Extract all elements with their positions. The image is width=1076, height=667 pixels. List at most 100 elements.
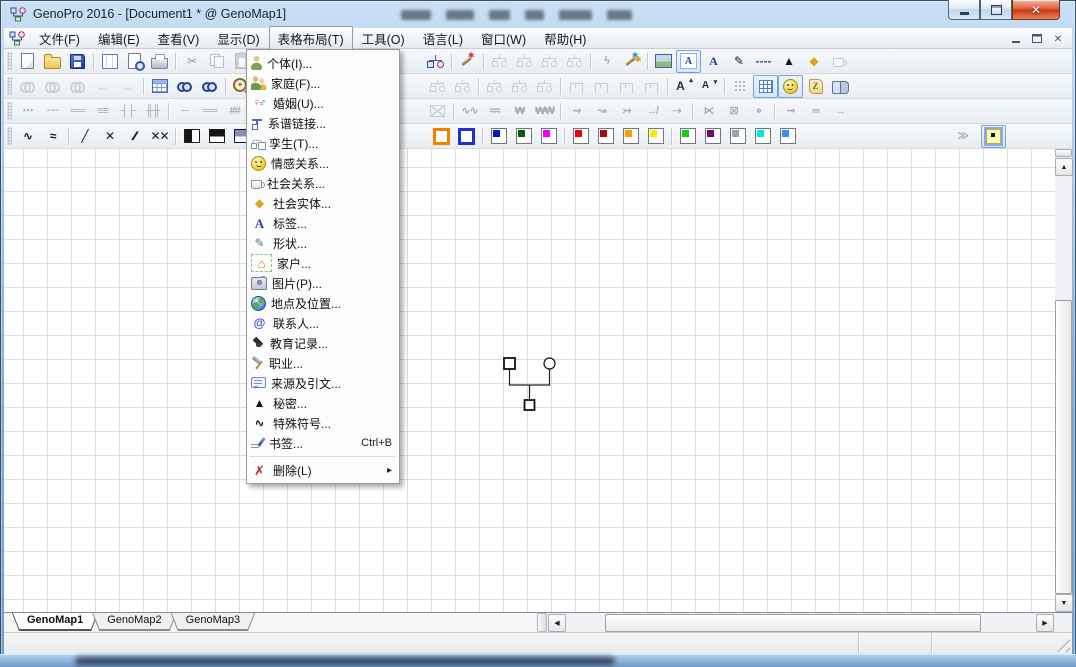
- save[interactable]: [65, 50, 90, 73]
- menu-item-17[interactable]: 来源及引文...: [247, 373, 399, 393]
- scroll-down-button[interactable]: [1055, 594, 1073, 612]
- fill-top-black[interactable]: [204, 125, 229, 148]
- boxed-label[interactable]: A: [676, 50, 701, 73]
- menubar-item-4[interactable]: 显示(D): [208, 26, 268, 51]
- toolbar-grip[interactable]: [7, 102, 12, 120]
- menu-item-20[interactable]: 书签...Ctrl+B: [247, 433, 399, 453]
- menu-item-8[interactable]: ◆社会实体...: [247, 193, 399, 213]
- color-blue[interactable]: [486, 125, 511, 148]
- menubar-item-1[interactable]: 文件(F): [30, 26, 89, 51]
- color-orange[interactable]: [618, 125, 643, 148]
- dashed-line-style[interactable]: ----: [751, 50, 776, 73]
- print-preview[interactable]: [122, 50, 147, 73]
- table-view[interactable]: [147, 75, 172, 98]
- decrease-font[interactable]: A: [696, 75, 721, 98]
- menu-item-10[interactable]: ✎形状...: [247, 233, 399, 253]
- document-minimize-button[interactable]: [1007, 31, 1025, 46]
- text-label[interactable]: A: [701, 50, 726, 73]
- format-wand[interactable]: [619, 50, 644, 73]
- menubar-item-2[interactable]: 编辑(E): [89, 26, 149, 51]
- current-style[interactable]: [981, 125, 1006, 148]
- genomap-canvas[interactable]: [4, 149, 1055, 612]
- open-file[interactable]: [40, 50, 65, 73]
- scroll-right-button[interactable]: [1036, 614, 1054, 632]
- menu-item-22[interactable]: ✗删除(L)▸: [247, 460, 399, 480]
- find[interactable]: [172, 75, 197, 98]
- genogram-connector-lines[interactable]: [510, 369, 550, 400]
- curve-double[interactable]: ≈: [40, 125, 65, 148]
- child-square[interactable]: [525, 400, 535, 410]
- color-magenta[interactable]: [536, 125, 561, 148]
- outline-orange[interactable]: [429, 125, 454, 148]
- color-purple[interactable]: [700, 125, 725, 148]
- toolbar-grip[interactable]: [7, 77, 12, 95]
- scroll-up-button[interactable]: [1055, 158, 1073, 176]
- tab-GenoMap1[interactable]: GenoMap1: [12, 613, 98, 631]
- menu-item-19[interactable]: ∿特殊符号...: [247, 413, 399, 433]
- document-close-button[interactable]: [1049, 31, 1067, 46]
- menu-item-11[interactable]: ⌂家户...: [247, 253, 399, 273]
- insert-picture[interactable]: [651, 50, 676, 73]
- rules[interactable]: Z: [803, 75, 828, 98]
- color-gray[interactable]: [725, 125, 750, 148]
- color-red[interactable]: [568, 125, 593, 148]
- menu-item-15[interactable]: 教育记录...: [247, 333, 399, 353]
- resize-grip[interactable]: [1057, 639, 1070, 652]
- menubar-item-9[interactable]: 帮助(H): [535, 26, 595, 51]
- color-dark-green[interactable]: [511, 125, 536, 148]
- close-button[interactable]: [1012, 0, 1060, 20]
- menubar-item-7[interactable]: 语言(L): [414, 26, 472, 51]
- table-columns[interactable]: [97, 50, 122, 73]
- hatch-cross[interactable]: ✕: [97, 125, 122, 148]
- scroll-left-button[interactable]: [548, 614, 566, 632]
- color-yellow[interactable]: [643, 125, 668, 148]
- show-emoticons[interactable]: [778, 75, 803, 98]
- menu-item-12[interactable]: 图片(P)...: [247, 273, 399, 293]
- new-document[interactable]: [15, 50, 40, 73]
- toolbar-grip[interactable]: [7, 127, 12, 145]
- menubar-item-3[interactable]: 查看(V): [149, 26, 209, 51]
- menu-item-13[interactable]: 地点及位置...: [247, 293, 399, 313]
- smart-wand[interactable]: [455, 50, 480, 73]
- hatch-double-cross[interactable]: ✕✕: [147, 125, 172, 148]
- tab-scroll-splitter[interactable]: [537, 613, 547, 632]
- menu-item-14[interactable]: @联系人...: [247, 313, 399, 333]
- color-dark-red[interactable]: [593, 125, 618, 148]
- menubar-item-5[interactable]: 表格布局(T): [269, 26, 353, 51]
- split-view-handle[interactable]: [1055, 149, 1072, 157]
- document-restore-button[interactable]: [1028, 31, 1046, 46]
- snap-to-grid[interactable]: [728, 75, 753, 98]
- menu-item-18[interactable]: ▲秘密...: [247, 393, 399, 413]
- menu-item-4[interactable]: 系谱链接...: [247, 113, 399, 133]
- menu-item-3[interactable]: 婚姻(U)...: [247, 93, 399, 113]
- tab-GenoMap3[interactable]: GenoMap3: [171, 613, 255, 631]
- menu-item-2[interactable]: 家庭(F)...: [247, 73, 399, 93]
- horizontal-scroll-track[interactable]: [567, 614, 1035, 631]
- show-grid[interactable]: [753, 75, 778, 98]
- vertical-scroll-track[interactable]: [1055, 176, 1072, 594]
- curve-single[interactable]: ∿: [15, 125, 40, 148]
- eyedropper-pen[interactable]: ✎: [726, 50, 751, 73]
- menu-item-16[interactable]: 职业...: [247, 353, 399, 373]
- report-book[interactable]: [828, 75, 853, 98]
- hatch-single[interactable]: ╱: [72, 125, 97, 148]
- menu-item-5[interactable]: 孪生(T)...: [247, 133, 399, 153]
- menu-item-6[interactable]: 情感关系...: [247, 153, 399, 173]
- print[interactable]: [147, 50, 172, 73]
- outline-blue[interactable]: [454, 125, 479, 148]
- genogram-symbol[interactable]: [4, 149, 1055, 612]
- menubar-item-8[interactable]: 窗口(W): [472, 26, 535, 51]
- horizontal-scroll-thumb[interactable]: [605, 614, 981, 632]
- color-cyan[interactable]: [750, 125, 775, 148]
- menu-item-9[interactable]: A标签...: [247, 213, 399, 233]
- find-in-table[interactable]: [197, 75, 222, 98]
- menu-item-1[interactable]: 个体(I)...: [247, 53, 399, 73]
- mother-circle[interactable]: [544, 358, 555, 369]
- father-square[interactable]: [504, 358, 515, 369]
- titlebar[interactable]: GenoPro 2016 - [Document1 * @ GenoMap1]: [0, 0, 1076, 28]
- hatch-double[interactable]: ⁄⁄: [122, 125, 147, 148]
- social-entity[interactable]: ◆: [801, 50, 826, 73]
- genogram-objects[interactable]: [423, 50, 448, 73]
- toolbar-grip[interactable]: [7, 52, 12, 70]
- restore-button[interactable]: [980, 0, 1012, 20]
